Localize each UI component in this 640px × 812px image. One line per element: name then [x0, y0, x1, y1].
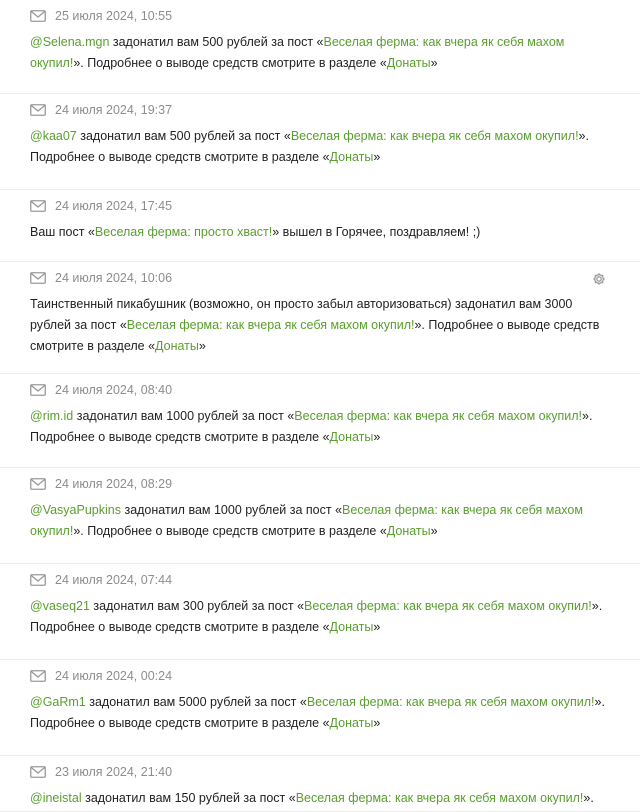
notification-item: 23 июля 2024, 21:40 @ineistal задонатил …	[0, 756, 640, 812]
text-segment: задонатил вам 1000 рублей за пост «	[73, 409, 295, 423]
gear-icon[interactable]	[592, 272, 606, 286]
notification-item: 24 июля 2024, 19:37 @kaa07 задонатил вам…	[0, 94, 640, 190]
mail-icon	[30, 272, 46, 284]
notification-item: 24 июля 2024, 00:24 @GaRm1 задонатил вам…	[0, 660, 640, 756]
user-link[interactable]: @VasyaPupkins	[30, 503, 121, 517]
user-link[interactable]: @kaa07	[30, 129, 77, 143]
notification-date: 24 июля 2024, 08:29	[55, 477, 173, 491]
notification-header: 24 июля 2024, 10:06	[30, 270, 616, 286]
text-segment: ».	[583, 791, 594, 805]
text-segment: »	[430, 524, 438, 538]
notification-item: 25 июля 2024, 10:55 @Selena.mgn задонати…	[0, 0, 640, 94]
mail-icon	[30, 478, 46, 490]
notification-item: 24 июля 2024, 07:44 @vaseq21 задонатил в…	[0, 564, 640, 660]
notification-date: 24 июля 2024, 07:44	[55, 573, 173, 587]
donations-link[interactable]: Донаты	[155, 339, 199, 353]
donations-link[interactable]: Донаты	[387, 524, 431, 538]
notification-item: 24 июля 2024, 08:40 @rim.id задонатил ва…	[0, 374, 640, 468]
post-link[interactable]: Веселая ферма: как вчера як себя махом о…	[127, 318, 415, 332]
donations-link[interactable]: Донаты	[387, 56, 431, 70]
notification-header: 24 июля 2024, 19:37	[30, 102, 616, 118]
post-link[interactable]: Веселая ферма: как вчера як себя махом о…	[294, 409, 582, 423]
text-segment: задонатил вам 500 рублей за пост «	[76, 129, 291, 143]
mail-icon	[30, 766, 46, 778]
user-link[interactable]: @ineistal	[30, 791, 82, 805]
donations-link[interactable]: Донаты	[330, 150, 374, 164]
notification-header: 24 июля 2024, 08:29	[30, 476, 616, 492]
notification-header: 25 июля 2024, 10:55	[30, 8, 616, 24]
notification-date: 24 июля 2024, 19:37	[55, 103, 173, 117]
notification-date: 25 июля 2024, 10:55	[55, 9, 173, 23]
user-link[interactable]: @Selena.mgn	[30, 35, 109, 49]
notification-text: @GaRm1 задонатил вам 5000 рублей за пост…	[30, 692, 616, 734]
notification-text: @kaa07 задонатил вам 500 рублей за пост …	[30, 126, 616, 168]
notification-text: Таинственный пикабушник (возможно, он пр…	[30, 294, 616, 357]
text-segment: »	[198, 339, 206, 353]
post-link[interactable]: Веселая ферма: просто хваст!	[95, 225, 272, 239]
notification-list: 25 июля 2024, 10:55 @Selena.mgn задонати…	[0, 0, 640, 812]
mail-icon	[30, 670, 46, 682]
notification-text: @rim.id задонатил вам 1000 рублей за пос…	[30, 406, 616, 448]
notification-text: @Selena.mgn задонатил вам 500 рублей за …	[30, 32, 616, 74]
mail-icon	[30, 574, 46, 586]
text-segment: »	[373, 430, 381, 444]
text-segment: задонатил вам 300 рублей за пост «	[89, 599, 305, 613]
post-link[interactable]: Веселая ферма: как вчера як себя махом о…	[296, 791, 584, 805]
text-segment: Ваш пост «	[30, 225, 95, 239]
notification-header: 24 июля 2024, 08:40	[30, 382, 616, 398]
text-segment: ». Подробнее о выводе средств смотрите в…	[73, 524, 387, 538]
text-segment: задонатил вам 500 рублей за пост «	[109, 35, 324, 49]
notification-text: @vaseq21 задонатил вам 300 рублей за пос…	[30, 596, 616, 638]
donations-link[interactable]: Донаты	[330, 620, 374, 634]
post-link[interactable]: Веселая ферма: как вчера як себя махом о…	[291, 129, 579, 143]
user-link[interactable]: @vaseq21	[30, 599, 90, 613]
text-segment: » вышел в Горячее, поздравляем! ;)	[272, 225, 481, 239]
user-link[interactable]: @GaRm1	[30, 695, 86, 709]
notification-date: 24 июля 2024, 10:06	[55, 271, 173, 285]
notification-text: @VasyaPupkins задонатил вам 1000 рублей …	[30, 500, 616, 542]
text-segment: ». Подробнее о выводе средств смотрите в…	[73, 56, 387, 70]
notification-text: Ваш пост «Веселая ферма: просто хваст!» …	[30, 222, 616, 243]
notification-header: 23 июля 2024, 21:40	[30, 764, 616, 780]
notification-header: 24 июля 2024, 00:24	[30, 668, 616, 684]
text-segment: »	[373, 716, 381, 730]
mail-icon	[30, 104, 46, 116]
notification-item: 24 июля 2024, 17:45 Ваш пост «Веселая фе…	[0, 190, 640, 262]
donations-link[interactable]: Донаты	[330, 430, 374, 444]
donations-link[interactable]: Донаты	[330, 716, 374, 730]
notification-item: 24 июля 2024, 10:06 Таинственный пикабуш…	[0, 262, 640, 374]
notification-header: 24 июля 2024, 17:45	[30, 198, 616, 214]
mail-icon	[30, 200, 46, 212]
text-segment: »	[373, 150, 381, 164]
text-segment: »	[373, 620, 381, 634]
notification-date: 24 июля 2024, 08:40	[55, 383, 173, 397]
post-link[interactable]: Веселая ферма: как вчера як себя махом о…	[307, 695, 595, 709]
notification-date: 24 июля 2024, 00:24	[55, 669, 173, 683]
text-segment: задонатил вам 150 рублей за пост «	[81, 791, 296, 805]
text-segment: »	[430, 56, 438, 70]
notification-item: 24 июля 2024, 08:29 @VasyaPupkins задона…	[0, 468, 640, 564]
mail-icon	[30, 384, 46, 396]
mail-icon	[30, 10, 46, 22]
notification-date: 24 июля 2024, 17:45	[55, 199, 173, 213]
text-segment: задонатил вам 1000 рублей за пост «	[120, 503, 343, 517]
notification-date: 23 июля 2024, 21:40	[55, 765, 173, 779]
text-segment: задонатил вам 5000 рублей за пост «	[85, 695, 307, 709]
post-link[interactable]: Веселая ферма: как вчера як себя махом о…	[304, 599, 592, 613]
user-link[interactable]: @rim.id	[30, 409, 73, 423]
notification-header: 24 июля 2024, 07:44	[30, 572, 616, 588]
notification-text: @ineistal задонатил вам 150 рублей за по…	[30, 788, 616, 809]
